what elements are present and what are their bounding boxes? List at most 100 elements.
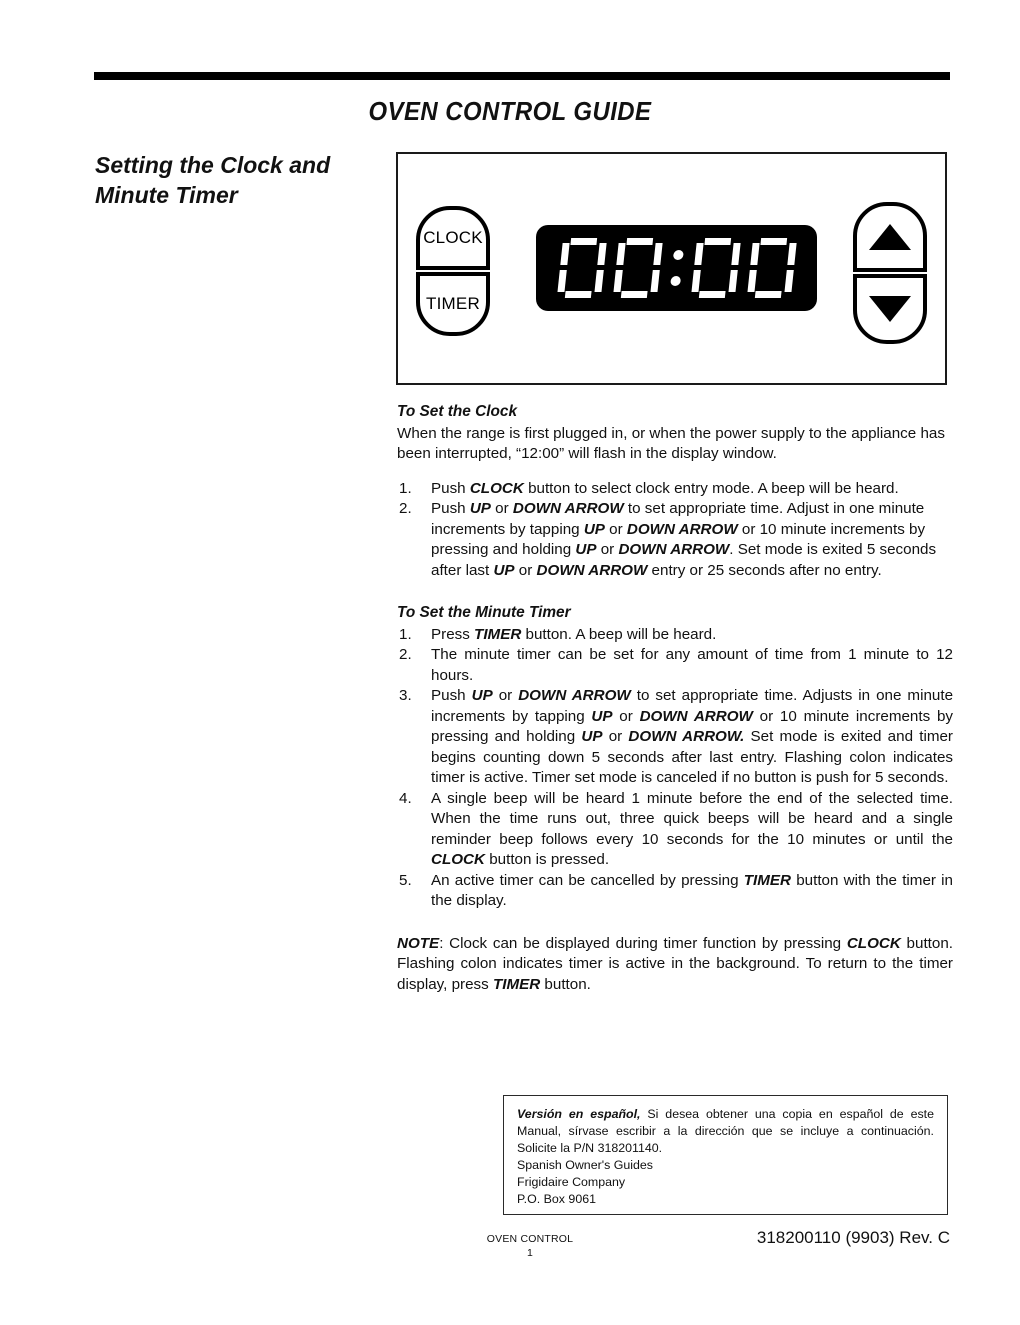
spanish-address-line-2: Frigidaire Company	[517, 1175, 626, 1189]
display-digit-3	[690, 238, 741, 298]
up-arrow-button[interactable]	[853, 202, 927, 272]
note-paragraph: NOTE: Clock can be displayed during time…	[397, 934, 953, 996]
emphasis-term: DOWN ARROW	[618, 541, 730, 558]
emphasis-term: DOWN ARROW.	[628, 728, 745, 745]
clock-button[interactable]: CLOCK	[416, 206, 490, 270]
text-run: Push	[431, 687, 472, 704]
emphasis-term: TIMER	[743, 871, 791, 889]
section-heading: Setting the Clock and Minute Timer	[95, 152, 331, 208]
step-text: An active timer can be cancelled by pres…	[431, 871, 953, 912]
step-number: 1.	[399, 625, 412, 643]
segment-f	[615, 243, 626, 265]
page-title: OVEN CONTROL GUIDE	[368, 96, 652, 126]
segment-e	[612, 270, 623, 292]
segment-e	[690, 270, 701, 292]
display-digit-1	[556, 238, 607, 298]
segment-d	[754, 291, 782, 298]
clock-section-intro: When the range is first plugged in, or w…	[397, 424, 945, 463]
segment-e	[556, 270, 567, 292]
segment-e	[746, 270, 757, 292]
step-number: 5.	[399, 871, 412, 889]
segment-b	[730, 243, 741, 265]
segment-d	[620, 291, 648, 298]
step-item: 4. A single beep will be heard 1 minute b…	[397, 789, 953, 871]
emphasis-term: CLOCK	[431, 851, 485, 868]
spanish-version-box: Versión en español, Si desea obtener una…	[503, 1095, 948, 1215]
segment-c	[783, 270, 794, 292]
timer-button[interactable]: TIMER	[416, 272, 490, 336]
segment-f	[749, 243, 760, 265]
colon-dot-top	[672, 250, 684, 260]
emphasis-term: UP	[493, 561, 515, 579]
step-item: 5. An active timer can be cancelled by pr…	[397, 871, 953, 912]
step-text: Push UP or DOWN ARROW to set appropriate…	[431, 686, 953, 789]
step-item: 1. Press TIMER button. A beep will be hea…	[397, 625, 953, 646]
timer-section-heading: To Set the Minute Timer	[397, 604, 571, 621]
footer-left: OVEN CONTROL 1	[450, 1232, 610, 1260]
segment-b	[652, 243, 663, 265]
step-item: 1. Push CLOCK button to select clock entr…	[397, 479, 953, 500]
text-run: button.	[540, 975, 591, 993]
left-button-stack: CLOCK TIMER	[416, 206, 490, 336]
emphasis-term: UP	[469, 500, 491, 517]
segment-a	[569, 238, 597, 245]
step-number: 4.	[399, 789, 412, 807]
text-run: or	[596, 541, 619, 558]
emphasis-term: UP	[471, 687, 493, 704]
instructions-body: To Set the Clock When the range is first…	[397, 402, 953, 995]
page-number: 1	[526, 1247, 534, 1259]
text-run: An active timer can be cancelled by pres…	[431, 871, 744, 889]
step-text: Push UP or DOWN ARROW to set appropriate…	[431, 500, 936, 579]
emphasis-term: DOWN ARROW	[639, 707, 753, 725]
step-item: 2. The minute timer can be set for any am…	[397, 645, 953, 686]
clock-steps-list: 1. Push CLOCK button to select clock entr…	[397, 479, 953, 582]
clock-button-label: CLOCK	[423, 228, 483, 247]
spanish-address-line-3: P.O. Box 9061	[517, 1192, 596, 1206]
segment-b	[596, 243, 607, 265]
text-run: or	[514, 561, 537, 579]
text-run: or	[490, 500, 513, 517]
emphasis-term: DOWN ARROW	[512, 500, 624, 517]
oven-control-panel-diagram: CLOCK TIMER	[396, 152, 947, 385]
footer-manual-name: OVEN CONTROL	[486, 1233, 574, 1245]
spanish-lead-bold: Versión en español,	[517, 1107, 641, 1121]
emphasis-term: TIMER	[474, 625, 522, 643]
timer-button-label: TIMER	[426, 294, 480, 313]
step-number: 2.	[399, 500, 412, 517]
step-text: A single beep will be heard 1 minute bef…	[431, 789, 953, 871]
triangle-down-icon	[869, 296, 911, 322]
step-text: Press TIMER button. A beep will be heard…	[431, 625, 953, 646]
emphasis-term: DOWN ARROW	[518, 687, 631, 704]
step-number: 2.	[399, 646, 412, 663]
colon-dot-bottom	[669, 276, 681, 286]
display-digit-4	[746, 238, 797, 298]
segment-a	[625, 238, 653, 245]
emphasis-term: CLOCK	[846, 934, 901, 952]
emphasis-term: DOWN ARROW	[536, 561, 648, 579]
spanish-lead-paragraph: Versión en español, Si desea obtener una…	[517, 1106, 934, 1157]
emphasis-term: UP	[583, 520, 605, 538]
emphasis-term: UP	[591, 707, 613, 725]
text-run: button is pressed.	[485, 851, 610, 868]
text-run: button to select clock entry mode. A bee…	[523, 479, 899, 497]
step-text: The minute timer can be set for any amou…	[431, 645, 953, 686]
step-text: Push CLOCK button to select clock entry …	[431, 480, 899, 497]
triangle-up-icon	[869, 224, 911, 250]
step-item: 2. Push UP or DOWN ARROW to set appropria…	[397, 499, 953, 581]
right-button-stack	[853, 202, 927, 344]
down-arrow-button[interactable]	[853, 274, 927, 344]
text-run: or	[492, 687, 519, 704]
segment-b	[786, 243, 797, 265]
text-run: Press	[431, 625, 475, 643]
text-run: Push	[431, 500, 470, 517]
text-run: : Clock can be displayed during timer fu…	[439, 934, 847, 952]
text-run: A single beep will be heard 1 minute bef…	[431, 789, 953, 848]
text-run: or	[602, 728, 629, 745]
emphasis-term: UP	[575, 541, 597, 558]
step-number: 1.	[399, 479, 412, 497]
text-run: The minute timer can be set for any amou…	[431, 646, 953, 684]
clock-section-heading: To Set the Clock	[397, 403, 518, 420]
text-run: or	[604, 520, 627, 538]
footer-part-number: 318200110 (9903) Rev. C	[756, 1228, 950, 1247]
spanish-address-line-1: Spanish Owner's Guides	[517, 1158, 653, 1172]
